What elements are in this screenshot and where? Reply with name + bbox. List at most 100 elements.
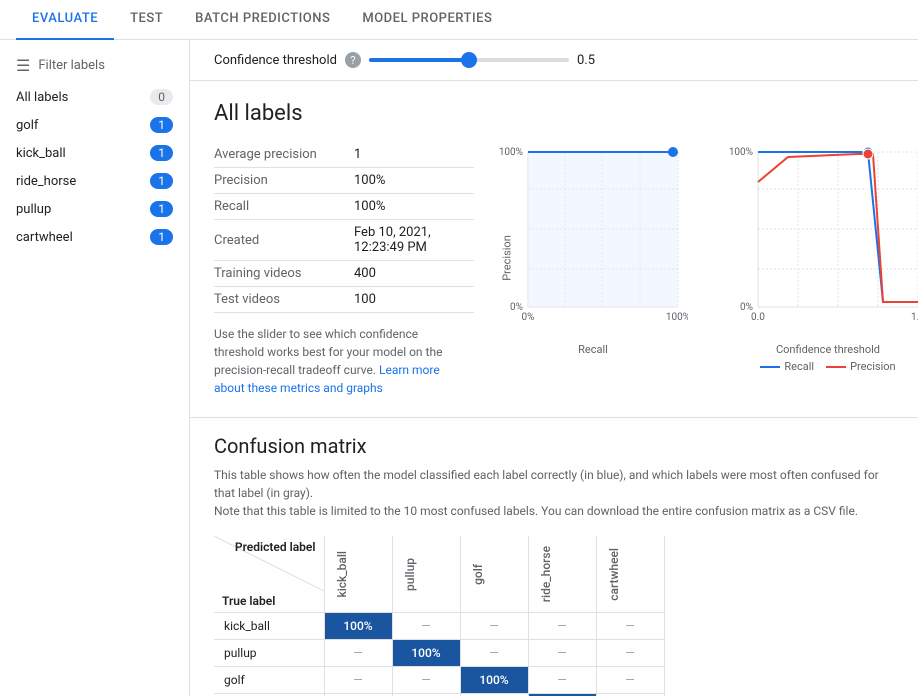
tab-evaluate[interactable]: EVALUATE (16, 0, 114, 40)
svg-text:100%: 100% (729, 147, 753, 158)
confusion-cell: — (528, 667, 596, 694)
true-label-cell: kick_ball (214, 613, 324, 640)
confusion-matrix-wrap: True label Predicted label kick_ballpull… (214, 536, 894, 696)
sidebar-item-pullup[interactable]: pullup 1 (0, 195, 189, 223)
corner-header-cell: True label Predicted label (214, 536, 324, 613)
metric-row: CreatedFeb 10, 2021, 12:23:49 PM (214, 220, 474, 261)
confusion-matrix-title: Confusion matrix (214, 434, 894, 458)
confusion-cell: — (528, 640, 596, 667)
column-header-golf: golf (460, 536, 528, 613)
filter-labels[interactable]: ☰ Filter labels (0, 52, 189, 83)
confusion-cell: — (596, 667, 664, 694)
confusion-matrix-table: True label Predicted label kick_ballpull… (214, 536, 665, 696)
help-icon[interactable]: ? (345, 52, 361, 68)
metric-value: 100% (354, 173, 385, 188)
tab-test[interactable]: TEST (114, 0, 179, 40)
chart2-svg: 100% 0% 0.0 1.0 (728, 142, 918, 337)
svg-text:0.0: 0.0 (751, 312, 765, 323)
metric-value: Feb 10, 2021, 12:23:49 PM (354, 225, 474, 255)
sidebar-item-golf[interactable]: golf 1 (0, 111, 189, 139)
confusion-cell: 100% (392, 640, 460, 667)
sidebar-badge: 1 (150, 173, 173, 189)
column-header-cartwheel: cartwheel (596, 536, 664, 613)
x-axis-label-2: Confidence threshold (728, 343, 918, 356)
metric-row: Average precision1 (214, 142, 474, 168)
svg-text:0%: 0% (522, 312, 535, 323)
metric-value: 100% (354, 199, 385, 214)
predicted-label-corner: Predicted label (235, 540, 316, 554)
confidence-threshold-chart: 100% 0% 0.0 1.0 Confidence threshold Rec… (728, 142, 918, 373)
metric-value: 1 (354, 147, 361, 162)
sidebar-item-kick-ball[interactable]: kick_ball1 (0, 139, 189, 167)
metric-value: 100 (354, 292, 376, 307)
table-header-row: True label Predicted label kick_ballpull… (214, 536, 664, 613)
confidence-slider[interactable] (369, 58, 569, 62)
confusion-cell: 100% (324, 613, 392, 640)
sidebar-badge: 0 (150, 89, 173, 105)
confusion-cell: — (596, 640, 664, 667)
sidebar-item-ride-horse[interactable]: ride_horse 1 (0, 167, 189, 195)
sidebar: ☰ Filter labels All labels 0 golf 1 kick_bal… (0, 40, 190, 696)
main-layout: ☰ Filter labels All labels 0 golf 1 kick_bal… (0, 40, 918, 696)
confusion-cell: — (392, 613, 460, 640)
confidence-bar: Confidence threshold ? 0.5 (190, 40, 918, 81)
metric-label: Created (214, 233, 354, 248)
metric-value: 400 (354, 266, 376, 281)
metrics-charts: Average precision1Precision100%Recall100… (214, 142, 894, 397)
sidebar-label: ride_horse (16, 174, 76, 189)
chart1-svg: 100% 0% 0% 100% (498, 142, 688, 337)
table-row: golf——100%—— (214, 667, 664, 694)
sidebar-label: kick_ball (16, 146, 66, 161)
confusion-desc-1: This table shows how often the model cla… (214, 466, 894, 520)
legend-precision: Precision (826, 360, 896, 373)
sidebar-label: pullup (16, 202, 51, 217)
all-labels-section: All labels Average precision1Precision10… (190, 81, 918, 417)
top-nav: EVALUATE TEST BATCH PREDICTIONS MODEL PR… (0, 0, 918, 40)
sidebar-badge: 1 (150, 229, 173, 245)
confusion-cell: — (324, 667, 392, 694)
true-label-cell: pullup (214, 640, 324, 667)
sidebar-item-cartwheel[interactable]: cartwheel 1 (0, 223, 189, 251)
table-row: pullup—100%——— (214, 640, 664, 667)
true-label-corner: True label (222, 594, 275, 608)
sidebar-label: cartwheel (16, 230, 73, 245)
precision-recall-chart: Precision (498, 142, 688, 373)
svg-text:1.0: 1.0 (911, 312, 918, 323)
metric-row: Test videos100 (214, 287, 474, 313)
section-title: All labels (214, 101, 894, 126)
sidebar-label: golf (16, 118, 38, 133)
metric-label: Recall (214, 199, 354, 214)
confusion-cell: — (324, 640, 392, 667)
slider-container: 0.5 (369, 53, 894, 68)
tab-model-properties[interactable]: MODEL PROPERTIES (346, 0, 508, 40)
confusion-matrix-section: Confusion matrix This table shows how of… (190, 417, 918, 696)
metrics-table: Average precision1Precision100%Recall100… (214, 142, 474, 397)
charts-container: Precision (474, 142, 918, 373)
confusion-cell: — (596, 613, 664, 640)
true-label-cell: golf (214, 667, 324, 694)
metric-row: Recall100% (214, 194, 474, 220)
metric-label: Precision (214, 173, 354, 188)
confusion-cell: — (460, 640, 528, 667)
slider-value: 0.5 (577, 53, 595, 68)
confusion-cell: — (460, 613, 528, 640)
x-axis-label-1: Recall (498, 343, 688, 356)
chart-legend: Recall Precision (728, 360, 918, 373)
y-axis-label-1: Precision (500, 235, 513, 281)
tab-batch-predictions[interactable]: BATCH PREDICTIONS (179, 0, 346, 40)
hamburger-icon: ☰ (16, 56, 30, 75)
sidebar-item-All-labels[interactable]: All labels 0 (0, 83, 189, 111)
metric-label: Training videos (214, 266, 354, 281)
sidebar-badge: 1 (150, 117, 173, 133)
legend-recall: Recall (760, 360, 814, 373)
metric-label: Average precision (214, 147, 354, 162)
description-text: Use the slider to see which confidence t… (214, 325, 454, 397)
metric-label: Test videos (214, 292, 354, 307)
sidebar-label: All labels (16, 90, 68, 105)
table-row: kick_ball100%———— (214, 613, 664, 640)
content-area: Confidence threshold ? 0.5 All labels Av… (190, 40, 918, 696)
svg-text:100%: 100% (499, 147, 523, 158)
column-header-ride_horse: ride_horse (528, 536, 596, 613)
column-header-pullup: pullup (392, 536, 460, 613)
sidebar-badge: 1 (150, 201, 173, 217)
